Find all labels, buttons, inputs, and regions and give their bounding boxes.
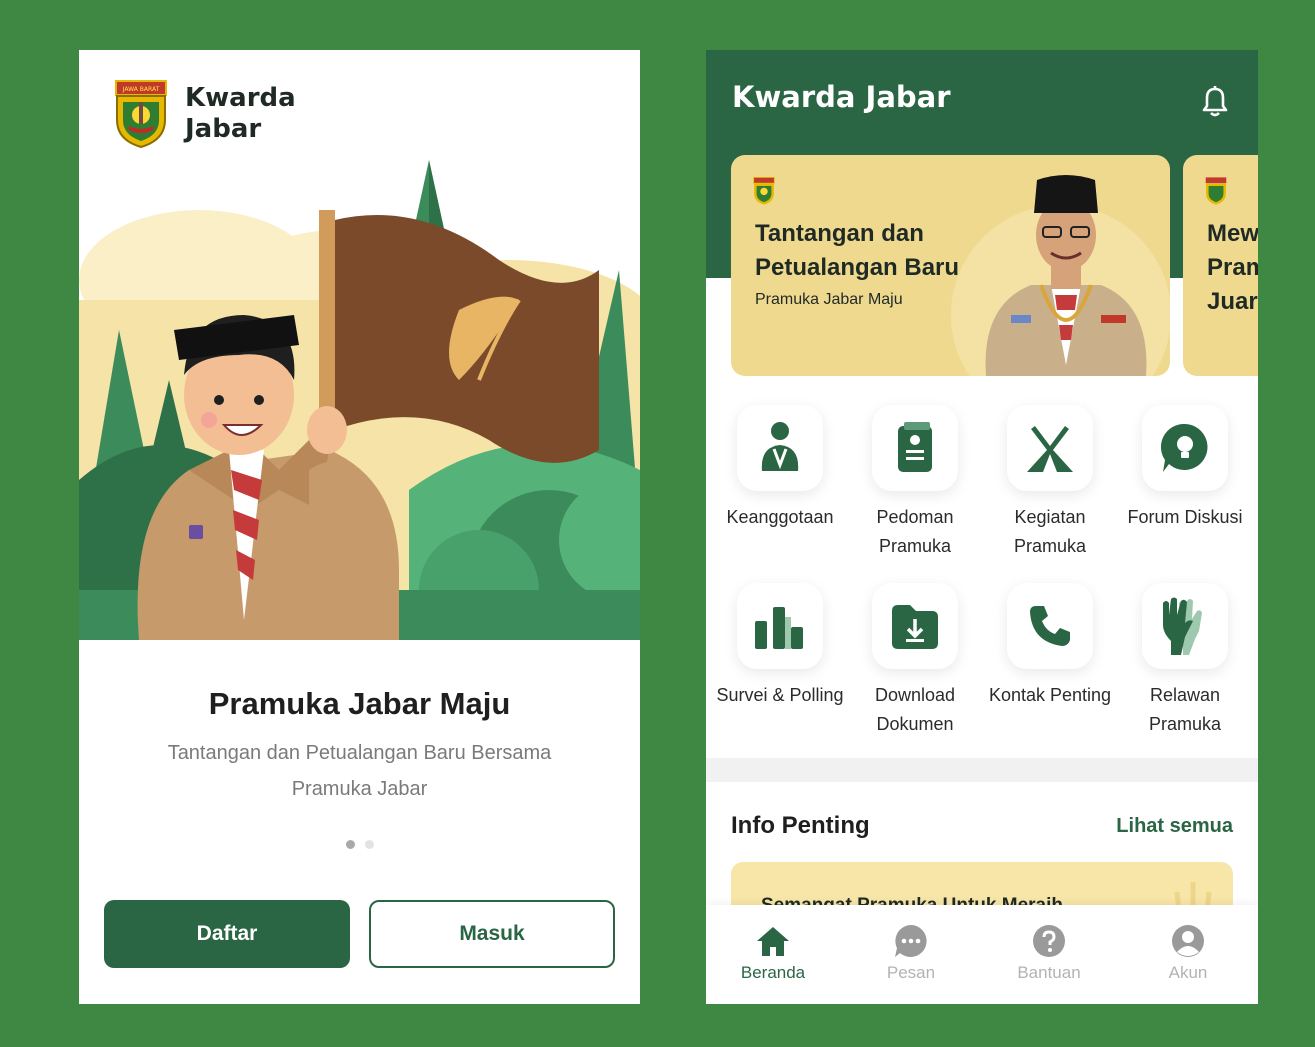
bottom-nav: Beranda Pesan Bantuan Akun: [706, 905, 1258, 1004]
banner-subtitle: Pramuka Jabar Maju: [755, 291, 903, 308]
kwarda-logo-icon: JAWA BARAT: [115, 80, 167, 148]
nav-label: Bantuan: [1017, 963, 1081, 982]
menu-item-survei[interactable]: Survei & Polling: [715, 583, 845, 710]
scout-hero-illustration: [79, 150, 640, 640]
banner-card[interactable]: Tantangan dan Petualangan Baru Pramuka J…: [731, 155, 1170, 376]
menu-label: Survei & Polling: [716, 685, 844, 705]
menu-label: Relawan Pramuka: [1148, 685, 1222, 734]
onboarding-screen: JAWA BARAT Kwarda Jabar Pramuka Jabar Ma…: [79, 50, 640, 1004]
register-button[interactable]: Daftar: [104, 900, 350, 968]
official-portrait-image: [985, 175, 1147, 376]
nav-item-akun[interactable]: Akun: [1138, 923, 1238, 983]
bell-icon[interactable]: [1198, 84, 1232, 118]
menu-label: Pedoman Pramuka: [876, 507, 954, 556]
home-screen: Kwarda Jabar Tantangan dan Petualangan B…: [706, 50, 1258, 1004]
download-folder-icon: [872, 583, 958, 669]
brand-name: Kwarda Jabar: [185, 83, 296, 144]
discussion-bulb-icon: [1142, 405, 1228, 491]
page-dot-active[interactable]: [345, 840, 355, 849]
menu-item-kegiatan[interactable]: Kegiatan Pramuka: [985, 405, 1115, 561]
menu-label: Kegiatan Pramuka: [1013, 507, 1087, 556]
tent-icon: [1007, 405, 1093, 491]
home-icon: [755, 923, 791, 959]
account-icon: [1170, 923, 1206, 959]
see-all-link[interactable]: Lihat semua: [1116, 815, 1233, 838]
nav-label: Beranda: [740, 963, 806, 982]
bar-chart-icon: [737, 583, 823, 669]
phone-icon: [1007, 583, 1093, 669]
menu-item-kontak[interactable]: Kontak Penting: [985, 583, 1115, 710]
nav-item-pesan[interactable]: Pesan: [861, 923, 961, 983]
svg-text:JAWA BARAT: JAWA BARAT: [122, 86, 160, 93]
nav-item-bantuan[interactable]: Bantuan: [999, 923, 1099, 983]
menu-label: Forum Diskusi: [1127, 507, 1243, 527]
banner-card[interactable]: Mew Pram Juara: [1183, 155, 1258, 376]
login-button[interactable]: Masuk: [369, 900, 615, 968]
menu-item-pedoman[interactable]: Pedoman Pramuka: [850, 405, 980, 561]
guide-book-icon: [872, 405, 958, 491]
member-icon: [737, 405, 823, 491]
nav-label: Akun: [1168, 963, 1208, 982]
banner-title: Mew Pram Juara: [1207, 220, 1258, 315]
nav-item-beranda[interactable]: Beranda: [723, 923, 823, 983]
page-indicator: [79, 840, 640, 849]
menu-label: Download Dokumen: [874, 685, 956, 734]
brand-header: JAWA BARAT Kwarda Jabar: [115, 80, 305, 148]
banner-logo-icon: [1205, 177, 1227, 205]
chat-icon: [893, 923, 929, 959]
menu-item-relawan[interactable]: Relawan Pramuka: [1120, 583, 1250, 739]
hands-icon: [1142, 583, 1228, 669]
help-icon: [1031, 923, 1067, 959]
menu-label: Kontak Penting: [988, 685, 1112, 705]
menu-item-keanggotaan[interactable]: Keanggotaan: [715, 405, 845, 532]
app-title: Kwarda Jabar: [732, 80, 951, 114]
onboarding-title: Pramuka Jabar Maju: [208, 686, 511, 721]
onboarding-subtitle: Tantangan dan Petualangan Baru Bersama P…: [167, 742, 552, 800]
banner-title: Tantangan dan Petualangan Baru: [755, 220, 960, 281]
info-section-title: Info Penting: [731, 812, 870, 839]
section-divider: [706, 758, 1258, 782]
nav-label: Pesan: [886, 963, 936, 982]
page-dot[interactable]: [364, 840, 374, 849]
banner-logo-icon: [753, 177, 775, 205]
menu-label: Keanggotaan: [726, 507, 834, 527]
menu-item-download[interactable]: Download Dokumen: [850, 583, 980, 739]
menu-item-forum[interactable]: Forum Diskusi: [1120, 405, 1250, 532]
